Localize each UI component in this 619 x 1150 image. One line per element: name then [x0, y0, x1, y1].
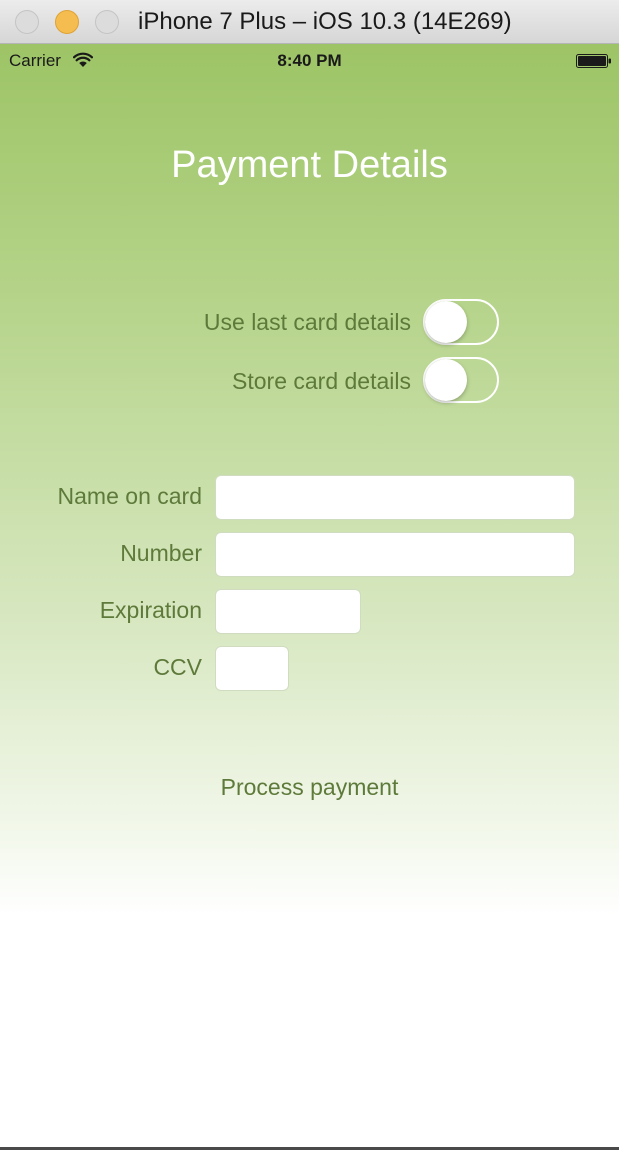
store-card-switch[interactable] — [423, 357, 499, 403]
name-on-card-label: Name on card — [57, 483, 202, 509]
battery-icon — [576, 54, 611, 68]
number-label: Number — [120, 540, 202, 566]
card-number-field[interactable] — [215, 532, 575, 577]
use-last-card-switch[interactable] — [423, 299, 499, 345]
switch-knob — [425, 301, 467, 343]
close-window-button[interactable] — [15, 10, 39, 34]
window-title: iPhone 7 Plus – iOS 10.3 (14E269) — [138, 8, 512, 35]
status-time: 8:40 PM — [277, 51, 342, 70]
expiration-field[interactable] — [215, 589, 361, 634]
page-title: Payment Details — [171, 144, 448, 186]
use-last-card-label: Use last card details — [203, 309, 411, 335]
switch-knob — [425, 359, 467, 401]
ccv-field[interactable] — [215, 646, 289, 691]
minimize-window-button[interactable] — [55, 10, 79, 34]
simulator-window: iPhone 7 Plus – iOS 10.3 (14E269) Carrie… — [0, 0, 619, 1150]
store-card-label: Store card details — [232, 368, 411, 394]
name-on-card-field[interactable] — [215, 475, 575, 520]
zoom-window-button[interactable] — [95, 10, 119, 34]
window-titlebar: iPhone 7 Plus – iOS 10.3 (14E269) — [0, 0, 619, 44]
device-screen: Carrier 8:40 PM Payment Details Use last… — [0, 44, 619, 1147]
expiration-label: Expiration — [99, 597, 202, 623]
ccv-label: CCV — [153, 654, 202, 680]
process-payment-button[interactable]: Process payment — [0, 774, 619, 801]
